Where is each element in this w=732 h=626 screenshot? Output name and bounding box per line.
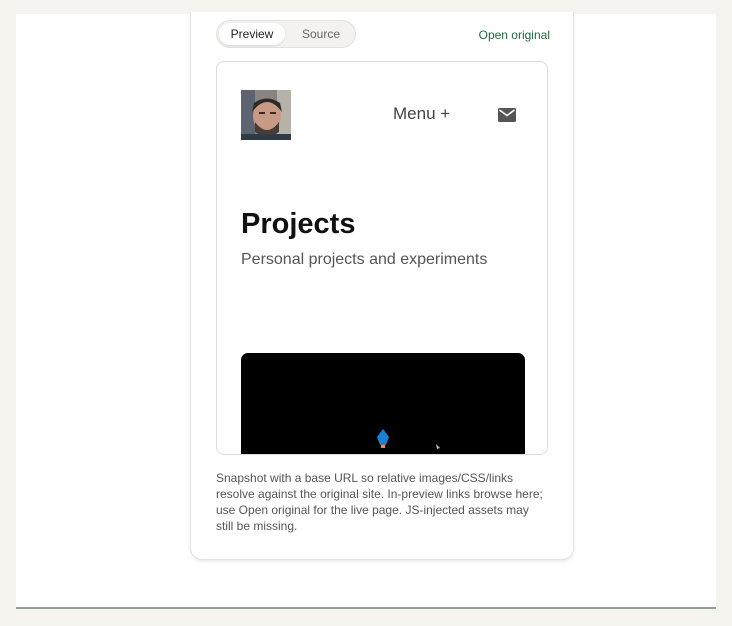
project-video[interactable] bbox=[241, 353, 525, 454]
avatar[interactable] bbox=[241, 90, 291, 140]
game-scene bbox=[377, 429, 440, 449]
bottom-divider bbox=[16, 607, 716, 609]
rocket-sprite bbox=[377, 429, 389, 448]
tab-source[interactable]: Source bbox=[289, 23, 353, 45]
menu-button[interactable]: Menu + bbox=[393, 104, 450, 124]
preview-card: Preview Source Open original Menu + Proj… bbox=[190, 12, 574, 560]
view-toggle: Preview Source bbox=[216, 20, 356, 48]
page-subtitle: Personal projects and experiments bbox=[241, 251, 488, 268]
open-original-link[interactable]: Open original bbox=[479, 28, 550, 42]
snapshot-caption: Snapshot with a base URL so relative ima… bbox=[216, 471, 543, 533]
page-surface: Preview Source Open original Menu + Proj… bbox=[16, 12, 716, 608]
mail-icon[interactable] bbox=[498, 108, 516, 122]
preview-frame: Menu + Projects Personal projects and ex… bbox=[216, 61, 548, 455]
avatar-photo bbox=[241, 90, 291, 140]
tab-preview[interactable]: Preview bbox=[219, 23, 285, 45]
cursor-sprite bbox=[436, 444, 440, 449]
page-title: Projects bbox=[241, 208, 356, 240]
